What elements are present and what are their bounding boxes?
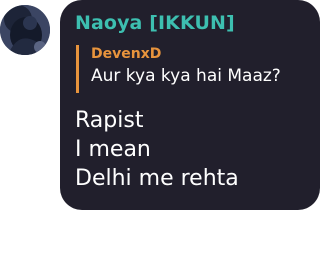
message-line: Delhi me rehta bbox=[75, 166, 239, 191]
message-body: Rapist I mean Delhi me rehta bbox=[75, 106, 239, 193]
chat-message: Naoya [IKKUN] DevenxD Aur kya kya hai Ma… bbox=[0, 0, 320, 257]
message-line: Rapist bbox=[75, 108, 144, 133]
user-avatar-icon bbox=[0, 5, 50, 55]
message-line: I mean bbox=[75, 137, 151, 162]
reply-author: DevenxD bbox=[91, 46, 162, 62]
message-bubble: Naoya [IKKUN] DevenxD Aur kya kya hai Ma… bbox=[60, 0, 320, 210]
reply-quote[interactable]: DevenxD Aur kya kya hai Maaz? bbox=[76, 45, 281, 93]
avatar[interactable] bbox=[0, 5, 50, 55]
message-author[interactable]: Naoya [IKKUN] bbox=[75, 12, 235, 34]
reply-text: Aur kya kya hai Maaz? bbox=[91, 66, 281, 86]
